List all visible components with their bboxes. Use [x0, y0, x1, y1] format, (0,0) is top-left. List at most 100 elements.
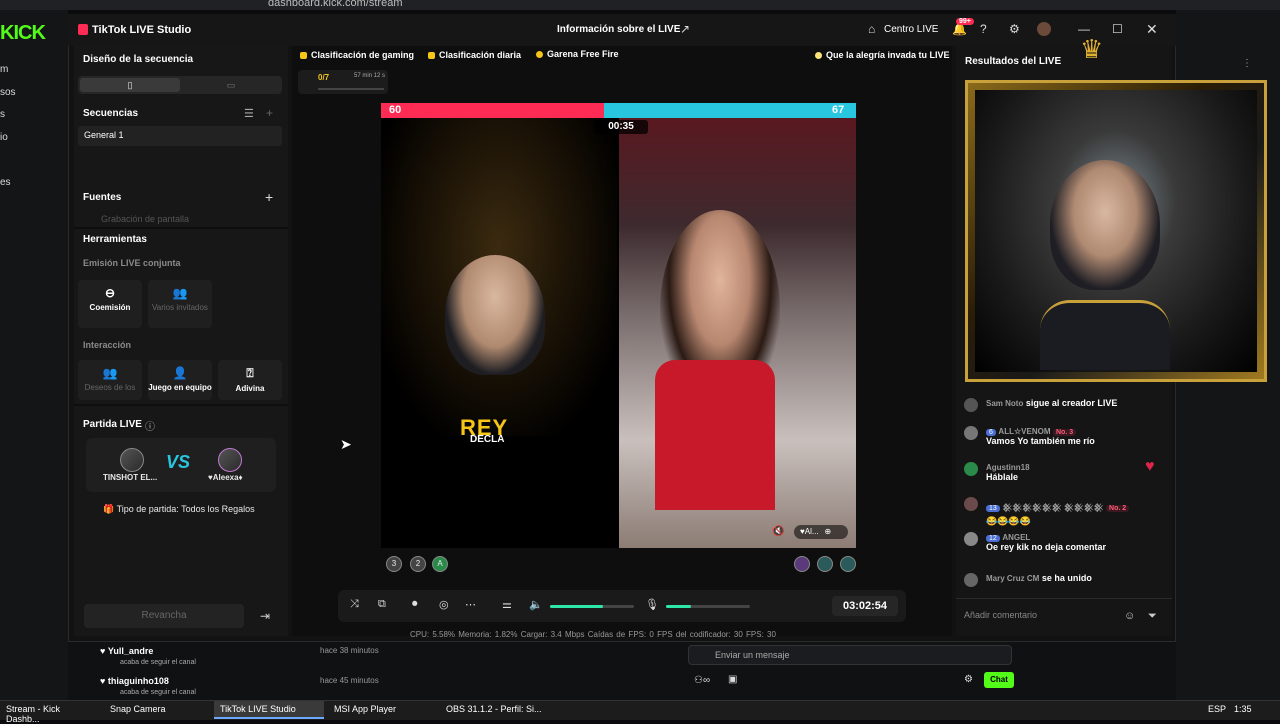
kick-nav-item[interactable]: m	[0, 64, 8, 75]
avatar	[218, 448, 242, 472]
game-icon	[536, 51, 543, 58]
supporter-avatar[interactable]: 3	[386, 556, 402, 572]
mic-volume-slider[interactable]	[666, 605, 750, 608]
more-icon[interactable]: ⋯	[465, 598, 476, 611]
multi-guest-label: Varios invitados	[152, 303, 208, 312]
mute-icon[interactable]: 🔇	[772, 526, 784, 537]
help-icon[interactable]: ?	[980, 22, 987, 36]
team-game-button[interactable]: 👤 Juego en equipo	[148, 360, 212, 400]
chat-user: ANGEL	[1002, 533, 1031, 542]
horizontal-layout-button[interactable]: ▭	[182, 78, 280, 92]
kick-logo: KICK	[0, 22, 46, 44]
list-icon[interactable]: ☰	[244, 107, 254, 120]
kick-nav-item[interactable]: sos	[0, 87, 16, 98]
filter-icon[interactable]: ⏷	[1148, 610, 1157, 623]
motto-chip[interactable]: Que la alegría invada tu LIVE	[815, 50, 950, 60]
add-source-icon[interactable]: +	[265, 189, 273, 205]
emoji-icon[interactable]: ☺	[1124, 610, 1135, 622]
guest-label-chip[interactable]: ♥Al... ⊕	[794, 525, 848, 539]
level-badge: 12	[986, 535, 1000, 542]
microphone-icon[interactable]: 🎙	[645, 598, 659, 611]
comment-input[interactable]: Añadir comentario	[960, 604, 1140, 628]
gaming-ranking-chip[interactable]: Clasificación de gaming	[300, 50, 414, 60]
browser-toolbar	[0, 0, 1280, 10]
exit-match-icon[interactable]: ⇥	[252, 604, 278, 628]
vertical-layout-button[interactable]: ▯	[80, 78, 180, 92]
close-icon[interactable]: ✕	[1146, 21, 1158, 38]
host-camera-empty	[381, 436, 617, 548]
share-icon[interactable]: ↗	[680, 22, 690, 36]
multi-guest-button[interactable]: 👥 Varios invitados	[148, 280, 212, 328]
chip-label: Clasificación diaria	[439, 50, 522, 60]
source-item[interactable]: Grabación de pantalla	[83, 214, 263, 224]
speaker-volume-fill	[550, 605, 603, 608]
kick-gift-icon[interactable]: ▣	[728, 674, 737, 685]
centro-live-button[interactable]: Centro LIVE	[868, 24, 938, 35]
follower-time: hace 38 minutos	[320, 646, 379, 655]
add-sequence-icon[interactable]: +	[266, 106, 273, 120]
guess-button[interactable]: ⍰ Adivina	[218, 360, 282, 400]
kick-nav-item[interactable]: es	[0, 177, 11, 188]
coemission-button[interactable]: ⊖ Coemisión	[78, 280, 142, 328]
daily-ranking-chip[interactable]: Clasificación diaria	[428, 50, 521, 60]
divider	[74, 227, 288, 229]
trophy-icon	[300, 52, 307, 59]
maximize-icon[interactable]: ☐	[1112, 22, 1123, 36]
kick-emote-icon[interactable]: ⚇∞	[694, 675, 710, 686]
window-title: TikTok LIVE Studio	[92, 24, 192, 36]
supporter-avatar[interactable]: A	[432, 556, 448, 572]
sequence-item[interactable]: General 1	[78, 126, 282, 146]
gear-icon[interactable]: ⚙	[1009, 22, 1020, 36]
interaction-label: Interacción	[83, 340, 132, 350]
taskbar-item-msi[interactable]: MSI App Player	[328, 701, 436, 719]
chat-text: Oe rey kik no deja comentar	[986, 542, 1107, 552]
supporter-rank: A	[437, 559, 443, 568]
chat-text: 😂😂😂😂	[986, 516, 1031, 526]
wishes-button[interactable]: 👥 Deseos de los	[78, 360, 142, 400]
chat-user: 𒆜𒆜𒆜𒆜𒆜𒆜 𒆜𒆜𒆜𒆜	[1002, 503, 1104, 512]
supporter-avatar[interactable]	[840, 556, 856, 572]
taskbar-item-tiktok[interactable]: TikTok LIVE Studio	[214, 701, 324, 719]
supporter-avatar[interactable]: 2	[410, 556, 426, 572]
speaker-icon[interactable]: 🔈	[529, 598, 543, 611]
layout-icon[interactable]: ⧉	[378, 598, 386, 611]
game-category-chip[interactable]: Garena Free Fire	[536, 49, 619, 59]
follower-name: thiaguinho108	[107, 676, 169, 686]
chip-label: Clasificación de gaming	[311, 50, 415, 60]
avatar	[964, 426, 978, 440]
rematch-button[interactable]: Revancha	[84, 604, 244, 628]
url-bar[interactable]: dashboard.kick.com/stream	[268, 0, 403, 9]
taskbar-item-snap-camera[interactable]: Snap Camera	[104, 701, 210, 719]
effects-icon[interactable]: ⤨	[350, 598, 359, 611]
camera-icon[interactable]: ◎	[439, 598, 449, 611]
person-icon: 👤	[172, 366, 188, 380]
supporter-avatar[interactable]	[794, 556, 810, 572]
kick-chat-button[interactable]: Chat	[984, 672, 1014, 688]
chat-user: Sam Noto	[986, 399, 1024, 408]
taskbar-clock: 1:35	[1234, 704, 1252, 714]
live-info-title[interactable]: Información sobre el LIVE	[557, 24, 680, 35]
kick-nav-item[interactable]: s	[0, 109, 5, 120]
more-vertical-icon[interactable]: ⋮	[1242, 58, 1252, 69]
sliders-icon[interactable]: ⚌	[502, 598, 512, 611]
kick-settings-icon[interactable]: ⚙	[964, 674, 973, 685]
link-icon: ⊖	[104, 286, 116, 300]
match-type: 🎁 Tipo de partida: Todos los Regalos	[103, 504, 255, 515]
language-indicator[interactable]: ESP	[1208, 704, 1226, 714]
goal-progress[interactable]: 0/7 57 min 12 s	[298, 70, 388, 94]
sequences-title: Secuencias	[83, 108, 139, 119]
kick-message-input[interactable]: Enviar un mensaje	[688, 645, 1012, 665]
avatar[interactable]	[1037, 22, 1051, 36]
taskbar-item-obs[interactable]: OBS 31.1.2 - Perfil: Si...	[440, 701, 550, 719]
help-icon[interactable]: ⓘ	[145, 418, 155, 433]
people-icon: 👥	[172, 286, 188, 300]
level-badge: 13	[986, 505, 1000, 512]
notification-badge: 99+	[956, 18, 974, 25]
taskbar-item-kick[interactable]: Stream - Kick Dashb...	[0, 701, 100, 724]
kick-nav-item[interactable]: io	[0, 132, 8, 143]
record-icon[interactable]: ⏺	[412, 598, 418, 611]
level-badge: 6	[986, 429, 996, 436]
supporter-avatar[interactable]	[817, 556, 833, 572]
speaker-volume-slider[interactable]	[550, 605, 634, 608]
chat-text: se ha unido	[1041, 573, 1092, 583]
